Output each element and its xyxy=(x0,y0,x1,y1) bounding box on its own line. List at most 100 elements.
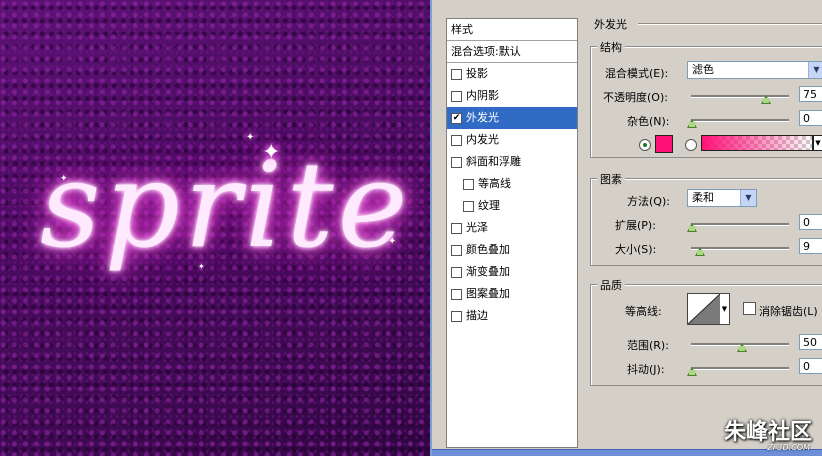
styles-list: 样式 混合选项:默认 投影内阴影 ✔ 外发光内发光斜面和浮雕等高线纹理光泽颜色叠加渐… xyxy=(446,18,578,448)
range-slider-thumb[interactable] xyxy=(737,343,747,352)
style-item-label: 纹理 xyxy=(478,199,500,212)
size-slider-thumb[interactable] xyxy=(695,247,705,256)
style-checkbox[interactable] xyxy=(451,90,462,102)
styles-header[interactable]: 样式 xyxy=(447,19,577,41)
style-checkbox[interactable] xyxy=(463,178,474,190)
watermark-brand: 朱峰社区 xyxy=(723,420,812,445)
technique-value: 柔和 xyxy=(692,191,714,204)
style-item[interactable]: 颜色叠加 xyxy=(447,239,577,261)
technique-select[interactable]: 柔和 ▼ xyxy=(687,189,757,207)
dialog-bottom-edge xyxy=(432,449,822,456)
range-input[interactable]: 50 xyxy=(799,334,822,350)
chevron-down-icon: ▼ xyxy=(808,62,822,78)
style-item[interactable]: 描边 xyxy=(447,305,577,327)
artwork-glowing-text: sprite xyxy=(40,136,412,274)
blend-mode-select[interactable]: 滤色 ▼ xyxy=(687,61,822,79)
style-checkbox[interactable] xyxy=(451,156,462,168)
style-item-label: 渐变叠加 xyxy=(466,265,510,278)
layer-style-dialog: 样式 混合选项:默认 投影内阴影 ✔ 外发光内发光斜面和浮雕等高线纹理光泽颜色叠加渐… xyxy=(430,0,822,456)
gradient-dropdown-icon[interactable]: ▼ xyxy=(813,135,822,151)
structure-group: 结构 混合模式(E): 滤色 ▼ 不透明度(O): 75 % 杂色(N): 0 … xyxy=(590,39,822,158)
sparkle-icon: ✦ xyxy=(246,132,255,143)
style-item-label: 颜色叠加 xyxy=(466,243,510,256)
style-checkbox[interactable] xyxy=(451,134,462,146)
style-checkbox[interactable]: ✔ xyxy=(451,112,462,124)
style-checkbox[interactable] xyxy=(451,266,462,278)
anti-alias-checkbox[interactable] xyxy=(743,302,756,315)
elements-label: 图素 xyxy=(597,171,625,187)
style-checkbox[interactable] xyxy=(463,200,474,212)
artwork-canvas: sprite ✦ ✦ ✦ ✦ ✦ xyxy=(0,0,432,456)
blend-mode-value: 滤色 xyxy=(692,63,714,76)
spread-slider[interactable] xyxy=(691,223,789,226)
opacity-input[interactable]: 75 xyxy=(799,86,822,102)
technique-label: 方法(Q): xyxy=(627,195,670,208)
panel-title: 外发光 xyxy=(594,18,627,31)
size-input[interactable]: 9 xyxy=(799,238,822,254)
color-radio[interactable] xyxy=(639,139,651,151)
jitter-slider-thumb[interactable] xyxy=(687,367,697,376)
opacity-slider-thumb[interactable] xyxy=(761,95,771,104)
anti-alias-label: 消除锯齿(L) xyxy=(759,305,818,318)
chevron-down-icon: ▼ xyxy=(740,190,756,206)
sparkle-icon: ✦ xyxy=(60,174,68,184)
style-checkbox[interactable] xyxy=(451,288,462,300)
sparkle-icon: ✦ xyxy=(198,262,205,271)
style-item[interactable]: 光泽 xyxy=(447,217,577,239)
style-item-label: 图案叠加 xyxy=(466,287,510,300)
structure-label: 结构 xyxy=(597,39,625,55)
sparkle-icon: ✦ xyxy=(262,140,281,165)
style-item-label: 投影 xyxy=(466,67,488,80)
noise-label: 杂色(N): xyxy=(627,115,670,128)
style-item[interactable]: 图案叠加 xyxy=(447,283,577,305)
style-item-label: 内阴影 xyxy=(466,89,499,102)
jitter-slider[interactable] xyxy=(691,367,789,370)
style-item-label: 内发光 xyxy=(466,133,499,146)
jitter-input[interactable]: 0 xyxy=(799,358,822,374)
glow-gradient-picker[interactable] xyxy=(701,135,813,151)
style-checkbox[interactable] xyxy=(451,68,462,80)
style-item-label: 等高线 xyxy=(478,177,511,190)
style-item-label: 描边 xyxy=(466,309,488,322)
gradient-radio[interactable] xyxy=(685,139,697,151)
style-item[interactable]: 渐变叠加 xyxy=(447,261,577,283)
size-slider[interactable] xyxy=(691,247,789,250)
spread-slider-thumb[interactable] xyxy=(687,223,697,232)
contour-dropdown-icon[interactable]: ▼ xyxy=(720,293,730,325)
glow-color-swatch[interactable] xyxy=(655,135,673,153)
style-item[interactable]: 纹理 xyxy=(447,195,577,217)
noise-slider-thumb[interactable] xyxy=(687,119,697,128)
style-item[interactable]: 投影 xyxy=(447,63,577,85)
size-label: 大小(S): xyxy=(615,243,657,256)
noise-input[interactable]: 0 xyxy=(799,110,822,126)
style-item-label: 光泽 xyxy=(466,221,488,234)
style-item[interactable]: ✔ 外发光 xyxy=(447,107,577,129)
sparkle-icon: ✦ xyxy=(388,236,397,247)
style-item[interactable]: 等高线 xyxy=(447,173,577,195)
quality-label: 品质 xyxy=(597,277,625,293)
style-item-label: 外发光 xyxy=(466,111,499,124)
blend-mode-label: 混合模式(E): xyxy=(605,67,669,80)
noise-slider[interactable] xyxy=(691,119,789,122)
opacity-label: 不透明度(O): xyxy=(603,91,668,104)
title-divider xyxy=(638,23,822,25)
spread-label: 扩展(P): xyxy=(615,219,656,232)
opacity-slider[interactable] xyxy=(691,95,789,98)
quality-group: 品质 等高线: ▼ 消除锯齿(L) 范围(R): 50 % 抖动(J): 0 % xyxy=(590,277,822,386)
blending-options-item[interactable]: 混合选项:默认 xyxy=(447,41,577,63)
jitter-label: 抖动(J): xyxy=(627,363,665,376)
range-label: 范围(R): xyxy=(627,339,669,352)
style-item-label: 斜面和浮雕 xyxy=(466,155,521,168)
watermark-url: ZF3D.COM xyxy=(767,443,810,452)
contour-curve-icon xyxy=(688,294,720,324)
elements-group: 图素 方法(Q): 柔和 ▼ 扩展(P): 0 % 大小(S): 9 像素 xyxy=(590,171,822,266)
style-checkbox[interactable] xyxy=(451,222,462,234)
spread-input[interactable]: 0 xyxy=(799,214,822,230)
style-item[interactable]: 内阴影 xyxy=(447,85,577,107)
style-item[interactable]: 斜面和浮雕 xyxy=(447,151,577,173)
style-checkbox[interactable] xyxy=(451,244,462,256)
style-checkbox[interactable] xyxy=(451,310,462,322)
contour-label: 等高线: xyxy=(625,305,662,318)
contour-picker[interactable] xyxy=(687,293,721,325)
style-item[interactable]: 内发光 xyxy=(447,129,577,151)
